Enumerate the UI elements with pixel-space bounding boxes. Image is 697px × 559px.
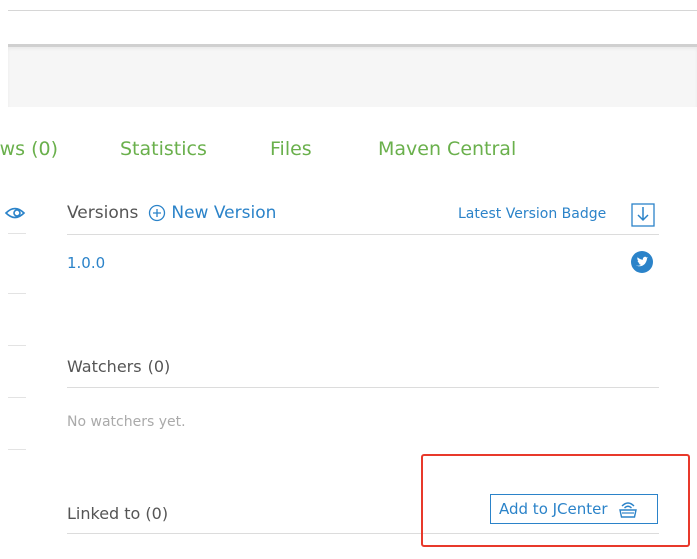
versions-title: Versions bbox=[67, 203, 139, 223]
download-icon[interactable] bbox=[630, 202, 656, 228]
watchers-header: Watchers (0) bbox=[67, 357, 170, 376]
left-divider bbox=[8, 233, 26, 234]
eye-icon bbox=[4, 207, 26, 219]
version-item[interactable]: 1.0.0 bbox=[67, 254, 105, 272]
left-divider bbox=[8, 345, 26, 346]
tab-reviews[interactable]: ws (0) bbox=[0, 138, 58, 160]
watchers-title: Watchers bbox=[67, 357, 142, 376]
versions-divider bbox=[67, 234, 659, 235]
tab-files[interactable]: Files bbox=[270, 138, 312, 160]
add-to-jcenter-button[interactable]: Add to JCenter bbox=[490, 494, 658, 524]
watchers-divider bbox=[67, 387, 659, 388]
tab-statistics[interactable]: Statistics bbox=[120, 138, 207, 160]
watchers-count: (0) bbox=[147, 357, 171, 376]
tab-maven-central[interactable]: Maven Central bbox=[378, 138, 516, 160]
tab-bar: ws (0) Statistics Files Maven Central bbox=[0, 138, 697, 168]
new-version-label: New Version bbox=[171, 203, 277, 223]
header-divider bbox=[8, 10, 697, 11]
left-divider bbox=[8, 397, 26, 398]
header-band bbox=[8, 44, 697, 107]
latest-version-badge-link[interactable]: Latest Version Badge bbox=[458, 206, 606, 222]
jcenter-icon bbox=[618, 502, 637, 518]
left-divider bbox=[8, 293, 26, 294]
plus-circle-icon bbox=[149, 204, 166, 222]
twitter-icon[interactable] bbox=[630, 250, 654, 274]
package-page: ws (0) Statistics Files Maven Central Ve… bbox=[0, 0, 697, 559]
versions-header: Versions New Version bbox=[67, 203, 276, 223]
add-to-jcenter-label: Add to JCenter bbox=[499, 500, 608, 518]
no-watchers-text: No watchers yet. bbox=[67, 414, 186, 430]
linked-to-header: Linked to (0) bbox=[67, 504, 169, 523]
left-divider bbox=[8, 449, 26, 450]
new-version-button[interactable]: New Version bbox=[148, 203, 276, 223]
